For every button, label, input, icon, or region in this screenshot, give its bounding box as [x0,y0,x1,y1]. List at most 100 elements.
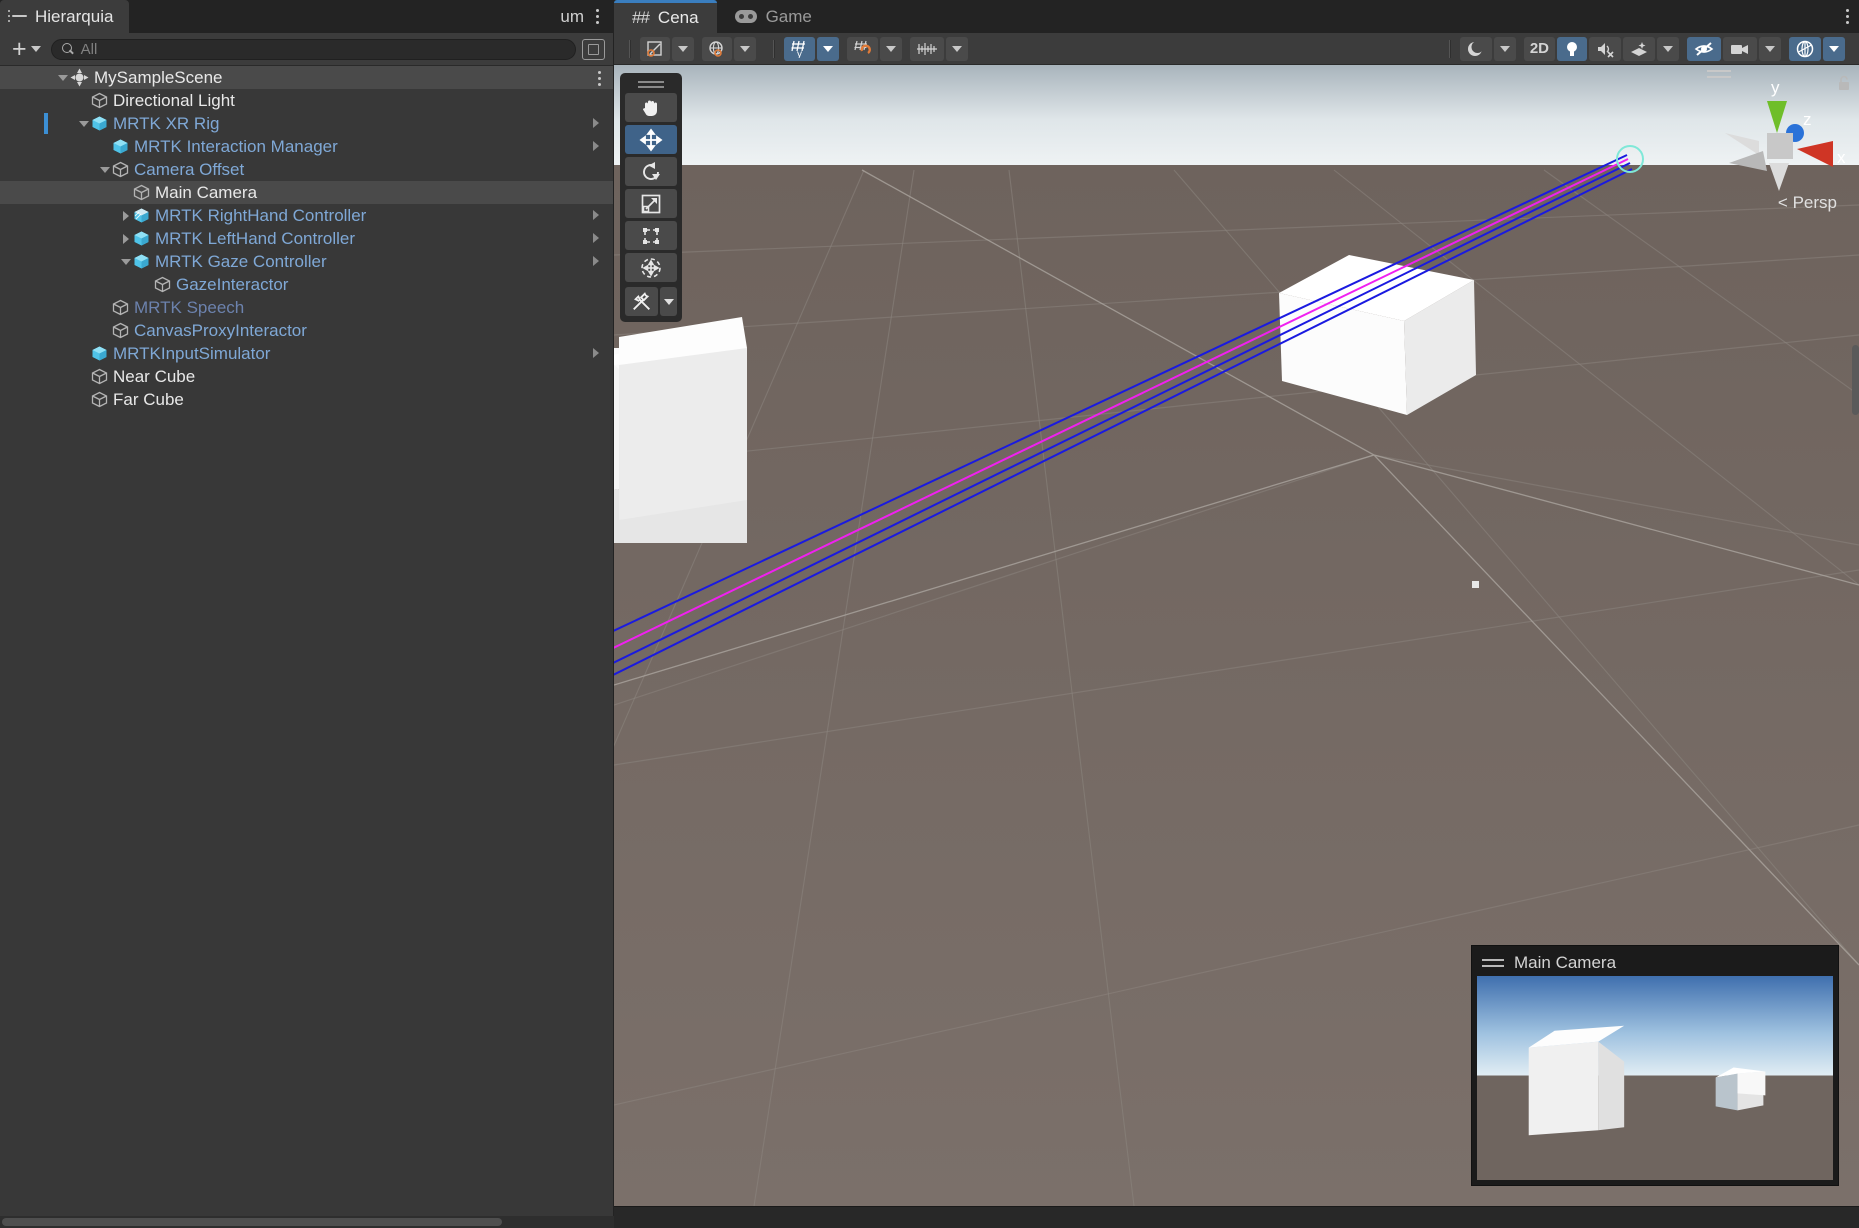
expand-spacer [77,370,91,384]
gameobject-icon [154,276,171,293]
projection-prefix: < [1778,193,1788,212]
expand-toggle[interactable] [56,71,70,85]
y-axis-label: y [1771,78,1780,97]
pivot-mode-group [640,37,696,61]
handle-space-dropdown[interactable] [734,37,756,61]
grid-snap-dropdown[interactable] [880,37,902,61]
scale-tool-button[interactable] [625,189,677,218]
ruler-icon [916,41,938,57]
near-cube-body [619,317,747,520]
camera-preview-title: Main Camera [1514,953,1616,973]
scene-audio-button[interactable] [1589,37,1621,61]
draw-mode-dropdown[interactable] [1494,37,1516,61]
hierarchy-horizontal-scrollbar[interactable] [0,1216,614,1228]
hand-tool-button[interactable] [625,93,677,122]
hierarchy-item-mysamplescene[interactable]: MySampleScene [0,66,613,89]
grid-snap-button[interactable] [847,37,878,61]
scene-vertical-scrollbar[interactable] [1852,345,1859,415]
camera-preview-grip[interactable] [1482,959,1504,967]
hierarchy-tree[interactable]: MySampleSceneDirectional LightMRTK XR Ri… [0,66,613,1206]
hierarchy-item-canvasproxyinteractor[interactable]: CanvasProxyInteractor [0,319,613,342]
tool-palette-grip[interactable] [625,78,677,90]
camera-preview-header: Main Camera [1476,950,1834,976]
grid-snap-group [847,37,904,61]
grid-visibility-dropdown[interactable] [817,37,839,61]
hierarchy-item-menu-icon[interactable] [598,71,601,86]
custom-tools-button[interactable] [625,287,658,316]
scene-lighting-button[interactable] [1557,37,1587,61]
hierarchy-item-near-cube[interactable]: Near Cube [0,365,613,388]
add-gameobject-button[interactable]: + [8,38,45,60]
expand-spacer [98,324,112,338]
expand-toggle[interactable] [119,255,133,269]
search-icon [62,43,75,56]
expand-toggle[interactable] [77,117,91,131]
chevron-right-icon[interactable] [593,118,599,128]
expand-toggle[interactable] [98,163,112,177]
tab-hierarquia-label: Hierarquia [35,7,113,27]
hierarchy-item-mrtk-gaze-controller[interactable]: MRTK Gaze Controller [0,250,613,273]
scene-camera-button[interactable] [1723,37,1757,61]
hierarchy-item-directional-light[interactable]: Directional Light [0,89,613,112]
chevron-right-icon[interactable] [593,348,599,358]
ruler-dropdown[interactable] [946,37,968,61]
custom-tools-dropdown[interactable] [660,287,677,316]
draw-mode-button[interactable] [1460,37,1492,61]
chevron-right-icon[interactable] [593,141,599,151]
hierarchy-tabbar: Hierarquia um [0,0,613,33]
z-axis-label: z [1803,110,1812,129]
rect-tool-button[interactable] [625,221,677,250]
tab-game[interactable]: Game [717,0,830,33]
scene-fx-button[interactable] [1623,37,1655,61]
grid-visibility-group: y [784,37,841,61]
rotate-tool-button[interactable] [625,157,677,186]
chevron-right-icon[interactable] [593,210,599,220]
move-tool-button[interactable] [625,125,677,154]
projection-mode-label[interactable]: < Persp [1778,193,1837,213]
hand-icon [639,96,663,120]
hierarchy-item-label: MRTK XR Rig [113,114,219,134]
toggle-2d-button[interactable]: 2D [1524,37,1555,61]
scene-camera-group [1723,37,1783,61]
scene-fx-dropdown[interactable] [1657,37,1679,61]
ruler-button[interactable] [910,37,944,61]
hidden-objects-icon [1693,40,1715,58]
x-axis-label: x [1837,148,1845,167]
grid-snap-icon [853,39,872,58]
expand-toggle[interactable] [119,209,133,223]
scene-viewport[interactable]: y z x < Persp [614,65,1859,1206]
scene-menu-icon[interactable] [1846,9,1849,24]
hierarchy-item-mrtk-xr-rig[interactable]: MRTK XR Rig [0,112,613,135]
handle-space-button[interactable] [702,37,732,61]
add-gameobject-label: + [12,38,27,60]
hierarchy-item-far-cube[interactable]: Far Cube [0,388,613,411]
hierarchy-item-mrtk-interaction-manager[interactable]: MRTK Interaction Manager [0,135,613,158]
tab-cena[interactable]: ## Cena [614,0,717,33]
svg-text:y: y [797,49,802,58]
hierarchy-item-camera-offset[interactable]: Camera Offset [0,158,613,181]
vertex-handle [1472,581,1479,588]
pivot-mode-button[interactable] [640,37,670,61]
hierarchy-item-mrtkinputsimulator[interactable]: MRTKInputSimulator [0,342,613,365]
neg-y-cone [1769,163,1789,191]
open-in-new-window-icon[interactable] [582,39,605,60]
chevron-right-icon[interactable] [593,256,599,266]
hierarchy-item-gazeinteractor[interactable]: GazeInteractor [0,273,613,296]
hierarchy-item-main-camera[interactable]: Main Camera [0,181,613,204]
hierarchy-item-mrtk-lefthand-controller[interactable]: MRTK LeftHand Controller [0,227,613,250]
pivot-mode-dropdown[interactable] [672,37,694,61]
gizmos-dropdown[interactable] [1823,37,1845,61]
hierarchy-item-mrtk-speech[interactable]: MRTK Speech [0,296,613,319]
gizmos-button[interactable] [1789,37,1821,61]
expand-toggle[interactable] [119,232,133,246]
tab-hierarquia[interactable]: Hierarquia [0,0,129,33]
hierarchy-menu-icon[interactable] [588,9,607,24]
transform-tool-button[interactable] [625,253,677,282]
hierarchy-item-mrtk-righthand-controller[interactable]: MRTK RightHand Controller [0,204,613,227]
grid-visibility-button[interactable]: y [784,37,815,61]
search-input[interactable]: All [51,39,576,60]
hidden-objects-button[interactable] [1687,37,1721,61]
scene-camera-dropdown[interactable] [1759,37,1781,61]
gizmo-axes: y z x [1725,78,1845,191]
chevron-right-icon[interactable] [593,233,599,243]
